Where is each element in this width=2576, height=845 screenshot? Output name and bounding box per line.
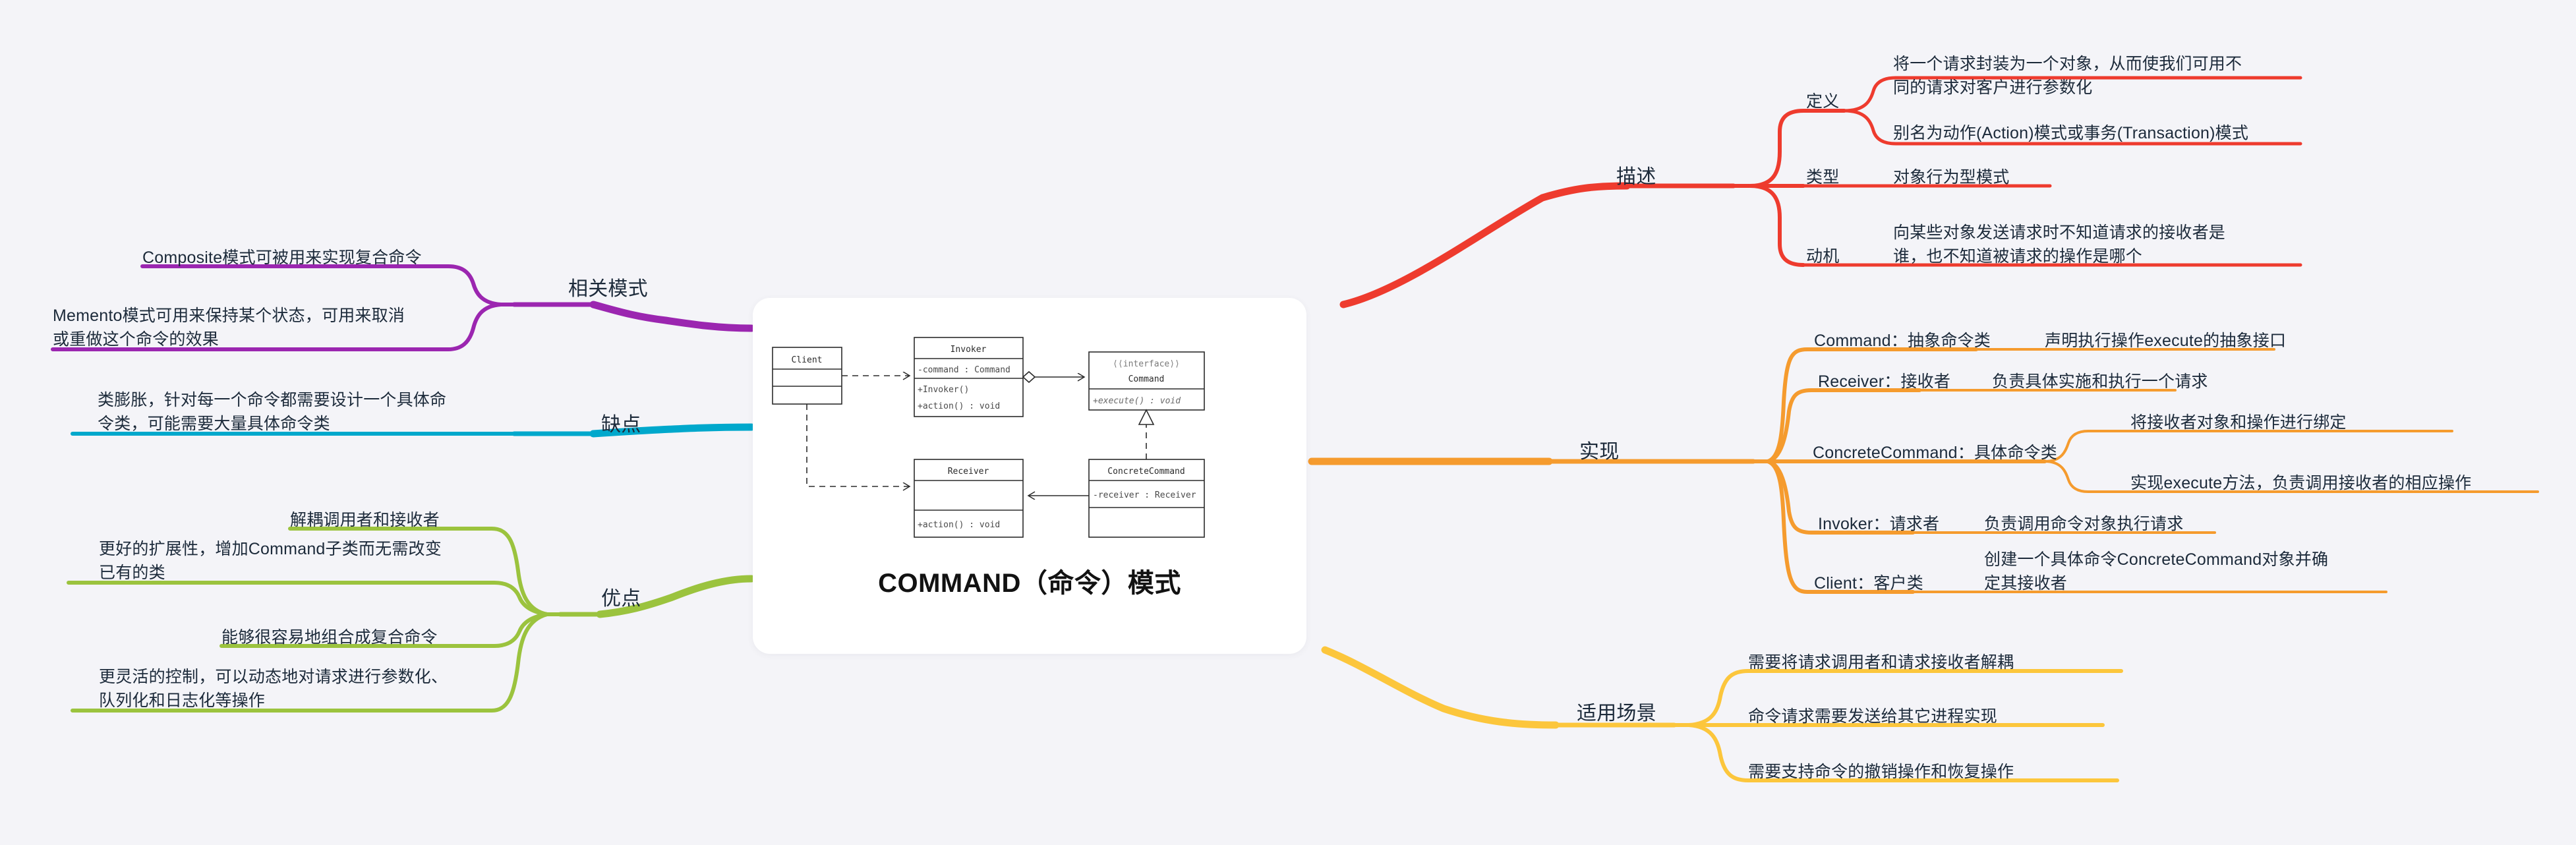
node-related-pattern-1[interactable]: Composite模式可被用来实现复合命令 xyxy=(142,247,422,270)
node-definition-detail-2[interactable]: 别名为动作(Action)模式或事务(Transaction)模式 xyxy=(1893,122,2248,146)
node-motivation-detail-1[interactable]: 向某些对象发送请求时不知道请求的接收者是 谁，也不知道被请求的操作是哪个 xyxy=(1893,221,2225,268)
node-description-motivation[interactable]: 动机 xyxy=(1806,245,1839,269)
branch-label-description[interactable]: 描述 xyxy=(1616,163,1656,192)
branch-label-scenarios[interactable]: 适用场景 xyxy=(1577,700,1656,728)
svg-text:+execute() : void: +execute() : void xyxy=(1093,396,1181,406)
uml-class-client: Client xyxy=(772,347,842,405)
branch-label-disadvantages[interactable]: 缺点 xyxy=(601,411,641,440)
node-impl-receiver-detail[interactable]: 负责具体实施和执行一个请求 xyxy=(1992,370,2208,394)
node-scenario-1[interactable]: 需要将请求调用者和请求接收者解耦 xyxy=(1748,651,2014,675)
branch-label-related-patterns[interactable]: 相关模式 xyxy=(568,276,648,304)
node-advantage-4[interactable]: 更灵活的控制，可以动态地对请求进行参数化、 队列化和日志化等操作 xyxy=(99,666,448,713)
svg-text:Client: Client xyxy=(792,355,823,365)
node-impl-concretecommand[interactable]: ConcreteCommand：具体命令类 xyxy=(1813,442,2057,465)
node-scenario-3[interactable]: 需要支持命令的撤销操作和恢复操作 xyxy=(1748,761,2014,784)
node-impl-invoker-detail[interactable]: 负责调用命令对象执行请求 xyxy=(1984,513,2183,537)
center-node-card[interactable]: Client Invoker -command : Command +Invok… xyxy=(753,298,1306,654)
node-advantage-2[interactable]: 更好的扩展性，增加Command子类而无需改变 已有的类 xyxy=(99,538,442,585)
center-node-title: COMMAND（命令）模式 xyxy=(878,569,1181,598)
node-advantage-3[interactable]: 能够很容易地组合成复合命令 xyxy=(221,626,438,650)
svg-text:⟨⟨interface⟩⟩: ⟨⟨interface⟩⟩ xyxy=(1113,359,1180,369)
svg-text:+action() : void: +action() : void xyxy=(918,520,1000,530)
uml-class-concretecommand: ConcreteCommand -receiver : Receiver xyxy=(1088,459,1205,538)
node-advantage-1[interactable]: 解耦调用者和接收者 xyxy=(290,509,440,533)
node-impl-concretecommand-detail-2[interactable]: 实现execute方法，负责调用接收者的相应操作 xyxy=(2130,472,2471,496)
branch-label-advantages[interactable]: 优点 xyxy=(601,585,641,614)
svg-text:+action() : void: +action() : void xyxy=(918,401,1000,411)
svg-text:-command : Command: -command : Command xyxy=(918,365,1010,375)
uml-class-diagram: Client Invoker -command : Command +Invok… xyxy=(772,337,1205,538)
node-scenario-2[interactable]: 命令请求需要发送给其它进程实现 xyxy=(1748,705,1997,729)
node-impl-invoker[interactable]: Invoker：请求者 xyxy=(1818,513,1939,537)
node-impl-command[interactable]: Command：抽象命令类 xyxy=(1814,330,1991,353)
uml-class-command: ⟨⟨interface⟩⟩ Command +execute() : void xyxy=(1088,351,1205,411)
branch-label-implementation[interactable]: 实现 xyxy=(1579,438,1619,467)
node-description-definition[interactable]: 定义 xyxy=(1806,90,1839,114)
node-impl-receiver[interactable]: Receiver：接收者 xyxy=(1818,370,1950,394)
uml-class-receiver: Receiver +action() : void xyxy=(914,459,1024,538)
svg-text:Command: Command xyxy=(1128,374,1165,384)
svg-text:Invoker: Invoker xyxy=(951,345,987,355)
node-impl-concretecommand-detail-1[interactable]: 将接收者对象和操作进行绑定 xyxy=(2130,411,2347,435)
mindmap-canvas: Client Invoker -command : Command +Invok… xyxy=(0,0,2576,845)
node-disadvantage-1[interactable]: 类膨胀，针对每一个命令都需要设计一个具体命 令类，可能需要大量具体命令类 xyxy=(98,389,446,436)
node-description-type[interactable]: 类型 xyxy=(1806,166,1839,190)
node-type-detail-1[interactable]: 对象行为型模式 xyxy=(1893,166,2009,190)
svg-text:+Invoker(): +Invoker() xyxy=(918,385,969,395)
node-definition-detail-1[interactable]: 将一个请求封装为一个对象，从而使我们可用不 同的请求对客户进行参数化 xyxy=(1893,53,2242,100)
node-impl-client[interactable]: Client：客户类 xyxy=(1814,572,1923,596)
svg-text:Receiver: Receiver xyxy=(948,467,989,477)
svg-text:-receiver : Receiver: -receiver : Receiver xyxy=(1093,490,1196,500)
node-impl-client-detail[interactable]: 创建一个具体命令ConcreteCommand对象并确 定其接收者 xyxy=(1984,548,2328,595)
uml-class-invoker: Invoker -command : Command +Invoker() +a… xyxy=(914,337,1024,417)
node-related-pattern-2[interactable]: Memento模式可用来保持某个状态，可用来取消 或重做这个命令的效果 xyxy=(53,305,405,351)
node-impl-command-detail[interactable]: 声明执行操作execute的抽象接口 xyxy=(2045,330,2286,353)
svg-text:ConcreteCommand: ConcreteCommand xyxy=(1107,467,1185,477)
